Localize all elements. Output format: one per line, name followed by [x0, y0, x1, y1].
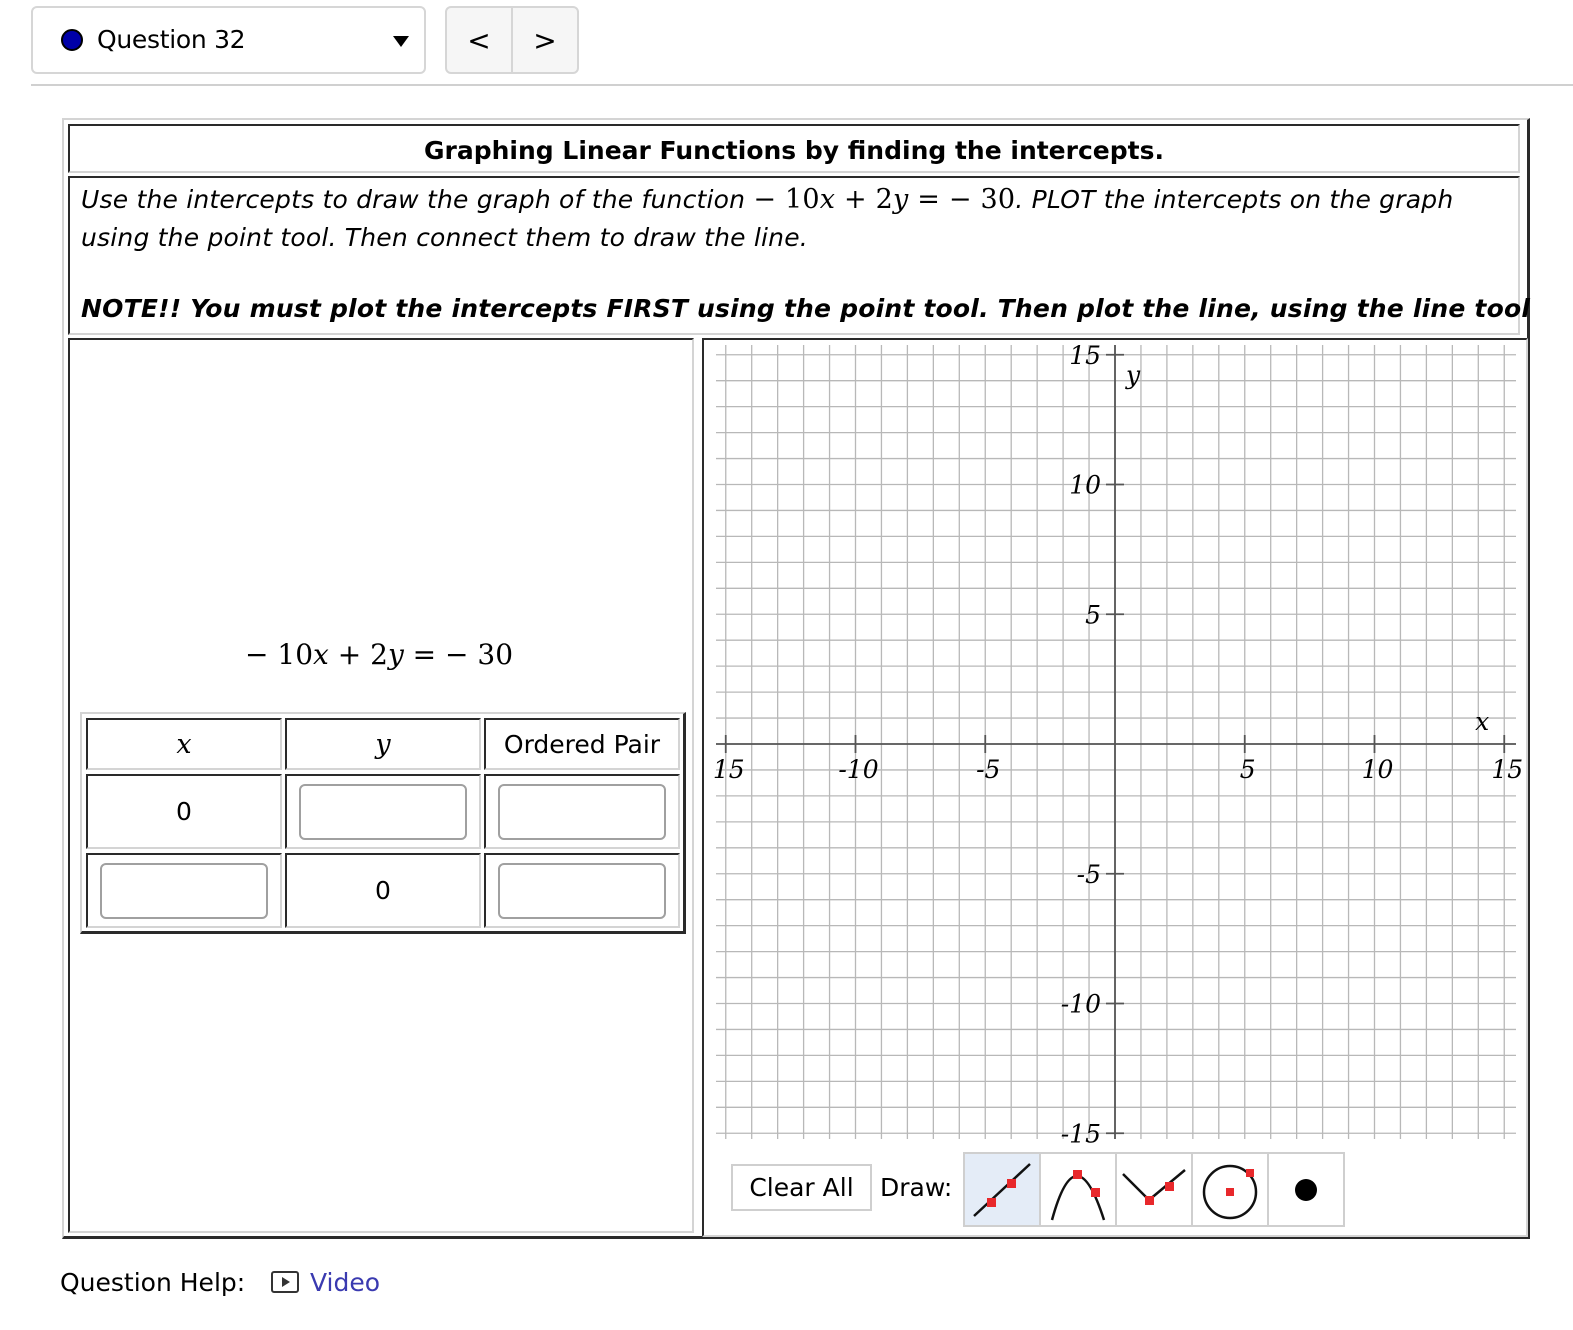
- instruction-text: Use the intercepts to draw the graph of …: [81, 185, 754, 214]
- row1-pair-input[interactable]: [498, 783, 666, 840]
- row1-x-value: 0: [176, 797, 192, 826]
- equation-display: − 10x + 2y = − 30: [245, 638, 514, 671]
- row2-x-input[interactable]: [100, 862, 268, 919]
- instruction-equation: − 10x + 2y = − 30: [753, 184, 1016, 215]
- status-dot-icon: [61, 29, 83, 51]
- line-tool-icon: [973, 1162, 1031, 1217]
- y-axis-label: y: [1125, 360, 1141, 389]
- x-tick-label: -10: [838, 755, 878, 784]
- divider: [31, 84, 1573, 86]
- absolute-value-tool-icon: [1122, 1168, 1186, 1205]
- instruction-note: NOTE!! You must plot the intercepts FIRS…: [81, 294, 1531, 323]
- y-tick-label: 15: [1069, 341, 1101, 370]
- row2-y-value: 0: [375, 876, 391, 905]
- row2-pair-cell: [484, 853, 680, 928]
- row2-y-cell: 0: [285, 853, 481, 928]
- circle-tool-button[interactable]: [1193, 1154, 1267, 1225]
- draw-label: Draw:: [880, 1173, 953, 1202]
- draw-tools: [963, 1152, 1345, 1227]
- instructions-cell: Use the intercepts to draw the graph of …: [68, 176, 1530, 335]
- circle-tool-icon: [1202, 1164, 1258, 1219]
- x-tick-label: 15: [713, 755, 745, 784]
- video-icon[interactable]: [271, 1271, 299, 1293]
- row2-x-cell: [86, 853, 282, 928]
- intercept-table: x y Ordered Pair 0 0: [80, 712, 686, 934]
- instruction-text: . PLOT the intercepts on the graph: [1015, 185, 1454, 214]
- question-help-label: Question Help:: [60, 1268, 246, 1297]
- y-tick-label: -15: [1061, 1119, 1101, 1148]
- instruction-line-1: Use the intercepts to draw the graph of …: [81, 184, 1453, 215]
- question-nav: < >: [445, 6, 579, 74]
- header-ordered-pair: Ordered Pair: [484, 718, 680, 770]
- x-tick-label: 5: [1240, 755, 1256, 784]
- parabola-tool-button[interactable]: [1041, 1154, 1115, 1225]
- header-x: x: [86, 718, 282, 770]
- question-selector[interactable]: Question 32: [31, 6, 426, 74]
- x-tick-label: 10: [1362, 755, 1394, 784]
- row2-pair-input[interactable]: [498, 862, 666, 919]
- clear-all-button[interactable]: Clear All: [731, 1164, 872, 1211]
- x-axis-label: x: [1475, 707, 1489, 736]
- header-x-label: x: [176, 728, 192, 760]
- next-question-button[interactable]: >: [511, 8, 577, 72]
- caret-down-icon: [393, 36, 409, 47]
- video-help-link[interactable]: Video: [310, 1268, 380, 1297]
- problem-title-cell: Graphing Linear Functions by finding the…: [68, 124, 1520, 173]
- y-tick-label: 10: [1069, 471, 1101, 500]
- row1-pair-cell: [484, 774, 680, 849]
- problem-title: Graphing Linear Functions by finding the…: [424, 136, 1164, 165]
- question-label: Question 32: [97, 25, 246, 54]
- parabola-tool-icon: [1050, 1169, 1106, 1220]
- header-pair-label: Ordered Pair: [503, 729, 661, 759]
- row1-y-input[interactable]: [299, 783, 467, 840]
- row1-x-cell: 0: [86, 774, 282, 849]
- y-tick-label: -5: [1077, 860, 1101, 889]
- y-tick-label: -10: [1061, 990, 1101, 1019]
- point-tool-icon: [1295, 1178, 1317, 1201]
- point-tool-button[interactable]: [1269, 1154, 1343, 1225]
- header-y-label: y: [375, 728, 391, 760]
- x-tick-label: 15: [1491, 755, 1523, 784]
- header-y: y: [285, 718, 481, 770]
- line-tool-button[interactable]: [965, 1154, 1039, 1225]
- instruction-line-2: using the point tool. Then connect them …: [81, 223, 808, 252]
- x-tick-label: -5: [976, 755, 1000, 784]
- graph-canvas[interactable]: 15 -10 -5 5 10 15 15 10 5 -5 -10 -15 x y: [704, 340, 1524, 1150]
- absolute-value-tool-button[interactable]: [1117, 1154, 1191, 1225]
- y-tick-label: 5: [1085, 600, 1101, 629]
- row1-y-cell: [285, 774, 481, 849]
- previous-question-button[interactable]: <: [447, 8, 511, 72]
